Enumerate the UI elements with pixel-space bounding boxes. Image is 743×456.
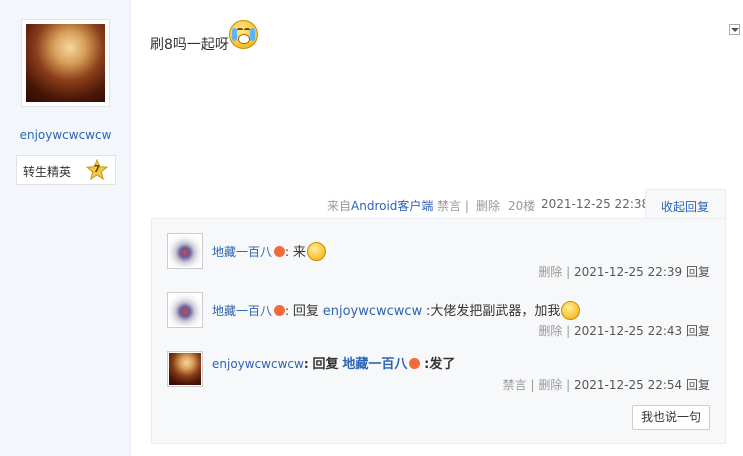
user-avatar[interactable] (21, 19, 110, 107)
post-menu-dropdown[interactable] (729, 24, 740, 35)
reply-to-user[interactable]: enjoywcwcwcw (323, 304, 422, 319)
avatar-image (169, 294, 201, 326)
reply-content: 来 (292, 245, 306, 260)
username-link[interactable]: enjoywcwcwcw (0, 128, 131, 142)
reply-button[interactable]: 回复 (686, 324, 710, 338)
source-prefix: 来自 (327, 199, 352, 213)
reply-meta: 删除 | 2021-12-25 22:39 回复 (538, 263, 710, 280)
reply-meta: 禁言 | 删除 | 2021-12-25 22:54 回复 (503, 376, 710, 393)
reply-avatar[interactable] (167, 233, 203, 269)
collapse-replies-tab[interactable]: 收起回复 (645, 189, 726, 219)
reply-avatar[interactable] (167, 351, 203, 387)
source-link[interactable]: Android客户端 (351, 199, 433, 213)
reply-time: 2021-12-25 22:54 (574, 378, 683, 392)
reply-to-user[interactable]: 地藏一百八 (342, 357, 407, 372)
ban-link[interactable]: 禁言 | (437, 197, 469, 214)
reply-time: 2021-12-25 22:43 (574, 324, 683, 338)
vip-badge-icon (409, 358, 421, 369)
reply-separator: : (285, 245, 290, 259)
reply-time: 2021-12-25 22:39 (574, 265, 683, 279)
reply-username[interactable]: 地藏一百八 (212, 304, 272, 318)
post-content: 刷8吗一起呀 (150, 37, 229, 53)
smiley-face-icon (561, 301, 581, 320)
avatar-image (169, 235, 201, 267)
reply-content: :大佬发把副武器，加我 (426, 304, 561, 319)
vip-badge-icon (274, 246, 286, 257)
user-sidebar: enjoywcwcwcw 转生精英 7 (0, 0, 131, 456)
tear-right (250, 28, 255, 41)
reply-username[interactable]: enjoywcwcwcw (212, 357, 304, 371)
reply-content: :发了 (424, 357, 456, 372)
post-source: 来自Android客户端 (327, 197, 433, 214)
reply-delete-link[interactable]: 删除 | (538, 324, 570, 338)
level-star-icon: 7 (85, 158, 109, 181)
level-title: 转生精英 (23, 165, 72, 179)
mouth (238, 34, 250, 44)
smiley-face-icon (306, 242, 326, 261)
say-something-button[interactable]: 我也说一句 (632, 405, 710, 430)
reply-avatar[interactable] (167, 292, 203, 328)
level-number: 7 (93, 164, 101, 175)
floor-number: 20楼 (508, 199, 536, 213)
delete-link[interactable]: 删除 (476, 197, 500, 214)
level-badge[interactable]: 转生精英 7 (16, 155, 116, 185)
chevron-down-icon (731, 28, 739, 32)
reply-line: 地藏一百八: 回复 enjoywcwcwcw :大佬发把副武器，加我 (212, 300, 581, 320)
crying-face-icon (229, 20, 258, 49)
reply-line: enjoywcwcwcw: 回复 地藏一百八 :发了 (212, 353, 455, 372)
reply-line: 地藏一百八: 来 (212, 241, 326, 261)
avatar-image (26, 24, 105, 102)
reply-ban-delete-links[interactable]: 禁言 | 删除 | (503, 378, 571, 392)
avatar-image (169, 353, 201, 385)
eye-left (237, 28, 243, 31)
reply-separator: : (285, 304, 290, 318)
reply-username[interactable]: 地藏一百八 (212, 245, 272, 259)
reply-label: 回复 (292, 304, 319, 319)
reply-delete-link[interactable]: 删除 | (538, 265, 570, 279)
collapse-replies-label: 收起回复 (661, 200, 710, 214)
reply-meta: 删除 | 2021-12-25 22:43 回复 (538, 322, 710, 339)
post-time: 2021-12-25 22:38 (541, 197, 650, 211)
reply-label: 回复 (312, 357, 339, 372)
reply-separator: : (303, 357, 309, 371)
reply-button[interactable]: 回复 (686, 265, 710, 279)
eye-right (244, 28, 250, 31)
reply-button[interactable]: 回复 (686, 378, 710, 392)
vip-badge-icon (274, 305, 286, 316)
